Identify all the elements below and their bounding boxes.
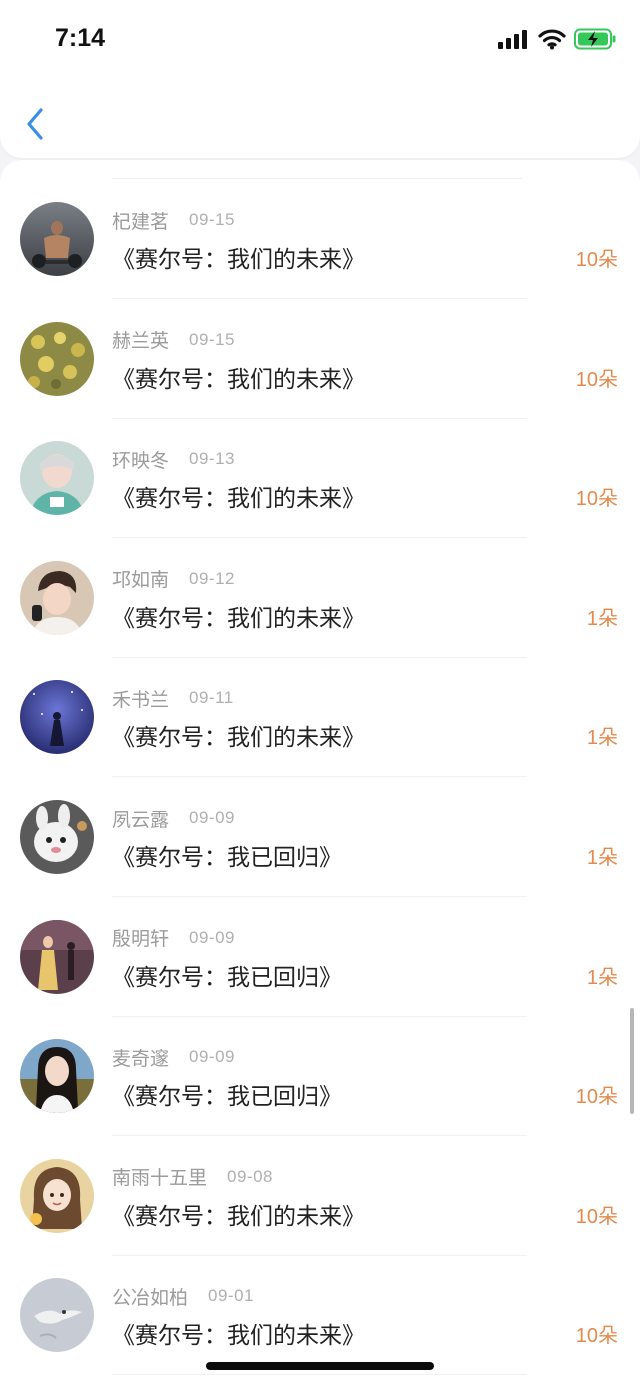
item-meta: 南雨十五里 09-08 bbox=[112, 1165, 273, 1190]
gift-amount: 10朵 bbox=[575, 1086, 618, 1109]
avatar[interactable] bbox=[20, 202, 94, 276]
gift-amount: 1朵 bbox=[586, 847, 618, 869]
gift-date: 09-09 bbox=[189, 808, 235, 827]
gift-amount: 10朵 bbox=[575, 1205, 618, 1228]
work-title: 《赛尔号：我已回归》 bbox=[112, 845, 342, 871]
avatar[interactable] bbox=[20, 800, 94, 874]
item-meta: 邛如南 09-12 bbox=[112, 567, 235, 592]
gift-amount: 1朵 bbox=[586, 727, 618, 750]
sender-name: 夙云露 bbox=[112, 808, 170, 831]
item-meta: 禾书兰 09-11 bbox=[112, 686, 234, 711]
home-indicator[interactable] bbox=[206, 1362, 434, 1370]
item-meta: 麦奇邃 09-09 bbox=[112, 1045, 235, 1070]
item-meta: 公冶如柏 09-01 bbox=[112, 1284, 254, 1309]
gift-date: 09-09 bbox=[189, 927, 235, 947]
gift-date: 09-11 bbox=[189, 688, 234, 708]
avatar[interactable] bbox=[20, 919, 94, 994]
sender-name: 禾书兰 bbox=[112, 688, 170, 711]
avatar[interactable] bbox=[20, 680, 94, 755]
avatar[interactable] bbox=[20, 560, 94, 635]
divider bbox=[112, 1374, 527, 1376]
back-button[interactable] bbox=[22, 104, 52, 144]
item-meta: 杞建茗 09-15 bbox=[112, 208, 235, 233]
work-title: 《赛尔号：我们的未来》 bbox=[112, 1203, 365, 1230]
gift-date: 09-09 bbox=[189, 1047, 235, 1067]
work-title: 《赛尔号：我已回归》 bbox=[112, 1084, 342, 1111]
gift-amount: 1朵 bbox=[586, 607, 618, 630]
gift-date: 09-08 bbox=[227, 1166, 273, 1186]
gift-list-item[interactable]: 殷明轩 09-09 《赛尔号：我已回归》 1朵 bbox=[0, 898, 640, 1017]
gift-list-item[interactable]: 麦奇邃 09-09 《赛尔号：我已回归》 10朵 bbox=[0, 1017, 640, 1137]
sender-name: 杞建茗 bbox=[112, 210, 170, 233]
status-time: 7:14 bbox=[55, 24, 106, 52]
gift-amount: 1朵 bbox=[586, 966, 618, 989]
gift-list-container: 杞建茗 09-15 《赛尔号：我们的未来》 10朵 赫兰英 09-15 《赛尔号：我们的未来… bbox=[0, 160, 640, 1386]
gift-amount: 10朵 bbox=[575, 488, 618, 511]
gift-list-item[interactable]: 禾书兰 09-11 《赛尔号：我们的未来》 1朵 bbox=[0, 658, 640, 778]
gift-list-item[interactable]: 邛如南 09-12 《赛尔号：我们的未来》 1朵 bbox=[0, 539, 640, 658]
sender-name: 殷明轩 bbox=[112, 928, 170, 951]
chevron-left-icon bbox=[27, 108, 43, 140]
sender-name: 公冶如柏 bbox=[112, 1286, 189, 1309]
avatar[interactable] bbox=[20, 1158, 94, 1233]
gift-amount: 10朵 bbox=[575, 368, 618, 391]
gift-date: 09-15 bbox=[189, 210, 235, 229]
header: 7:14 bbox=[0, 0, 640, 158]
sender-name: 赫兰英 bbox=[112, 330, 170, 353]
gift-list-item[interactable]: 南雨十五里 09-08 《赛尔号：我们的未来》 10朵 bbox=[0, 1137, 640, 1256]
gift-records-screen: 7:14 杞建茗 09-15 《赛尔号：我们的未来》 10朵 赫兰英 09-15… bbox=[0, 0, 640, 1386]
gift-list-item[interactable]: 赫兰英 09-15 《赛尔号：我们的未来》 10朵 bbox=[0, 300, 640, 419]
gift-date: 09-12 bbox=[189, 568, 235, 588]
avatar[interactable] bbox=[20, 321, 94, 396]
gift-amount: 10朵 bbox=[575, 1325, 618, 1348]
gift-date: 09-13 bbox=[189, 449, 235, 469]
divider bbox=[112, 178, 522, 179]
scrollbar[interactable] bbox=[630, 1008, 634, 1114]
battery-charging-icon bbox=[574, 28, 616, 50]
item-meta: 殷明轩 09-09 bbox=[112, 926, 235, 951]
gift-list-item[interactable]: 夙云露 09-09 《赛尔号：我已回归》 1朵 bbox=[0, 778, 640, 897]
work-title: 《赛尔号：我们的未来》 bbox=[112, 725, 365, 752]
gift-date: 09-15 bbox=[189, 329, 235, 349]
item-meta: 赫兰英 09-15 bbox=[112, 328, 235, 353]
gift-list-item[interactable]: 公冶如柏 09-01 《赛尔号：我们的未来》 10朵 bbox=[0, 1256, 640, 1376]
gift-list-item[interactable]: 环映冬 09-13 《赛尔号：我们的未来》 10朵 bbox=[0, 419, 640, 539]
gift-date: 09-01 bbox=[208, 1286, 254, 1306]
work-title: 《赛尔号：我们的未来》 bbox=[112, 486, 365, 513]
work-title: 《赛尔号：我们的未来》 bbox=[112, 605, 365, 632]
sender-name: 麦奇邃 bbox=[112, 1047, 170, 1070]
work-title: 《赛尔号：我们的未来》 bbox=[112, 366, 365, 393]
status-icons bbox=[498, 28, 616, 50]
sender-name: 环映冬 bbox=[112, 449, 170, 472]
avatar[interactable] bbox=[20, 1039, 94, 1114]
sender-name: 邛如南 bbox=[112, 569, 170, 592]
gift-list-item[interactable]: 杞建茗 09-15 《赛尔号：我们的未来》 10朵 bbox=[0, 180, 640, 299]
avatar[interactable] bbox=[20, 441, 94, 516]
wifi-icon bbox=[538, 29, 566, 50]
work-title: 《赛尔号：我们的未来》 bbox=[112, 247, 365, 273]
status-bar: 7:14 bbox=[0, 0, 640, 80]
signal-icon bbox=[498, 30, 527, 49]
item-meta: 环映冬 09-13 bbox=[112, 447, 235, 472]
item-meta: 夙云露 09-09 bbox=[112, 806, 235, 831]
work-title: 《赛尔号：我已回归》 bbox=[112, 964, 342, 991]
avatar[interactable] bbox=[20, 1278, 94, 1353]
sender-name: 南雨十五里 bbox=[112, 1167, 208, 1190]
gift-amount: 10朵 bbox=[575, 249, 618, 271]
work-title: 《赛尔号：我们的未来》 bbox=[112, 1323, 365, 1350]
